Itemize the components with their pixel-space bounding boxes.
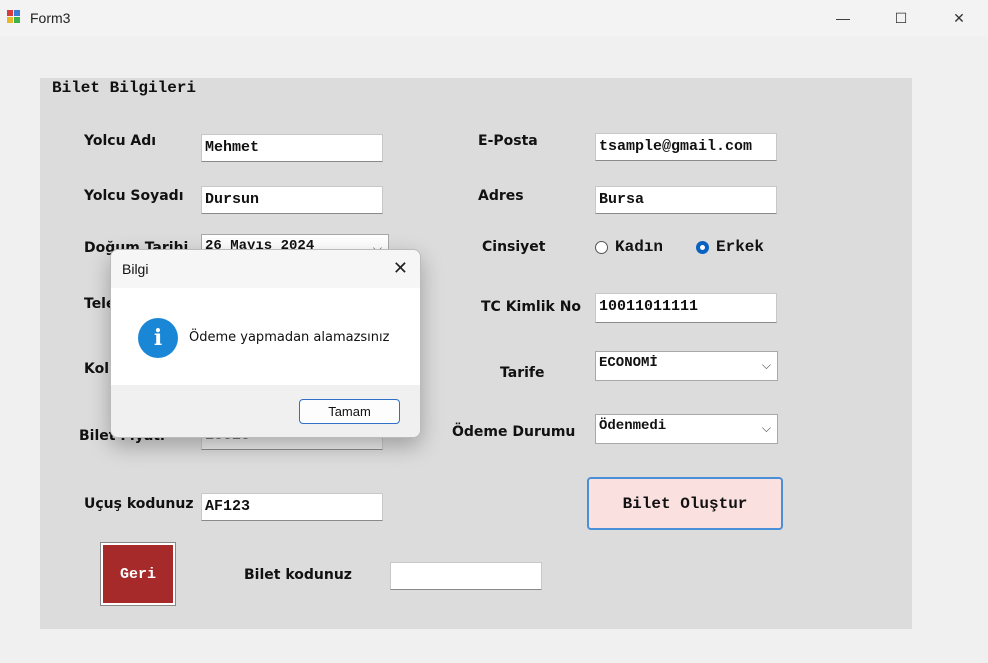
group-title: Bilet Bilgileri [52,79,197,97]
close-icon[interactable]: ✕ [393,258,408,279]
passenger-surname-label: Yolcu Soyadı [84,188,184,204]
back-button[interactable]: Geri [100,542,176,606]
tariff-label: Tarife [500,365,545,381]
dialog-body: i Ödeme yapmadan alamazsınız [111,288,420,385]
address-input[interactable]: Bursa [595,186,777,214]
ok-button[interactable]: Tamam [299,399,400,424]
radio-unchecked-icon [595,240,608,254]
address-label: Adres [478,188,524,204]
payment-status-label: Ödeme Durumu [452,424,576,440]
chevron-down-icon: ⌵ [761,421,771,435]
dialog-title-bar: Bilgi ✕ [111,250,420,288]
gender-female-label: Kadın [615,238,664,256]
seat-label: Kol [84,361,110,377]
passenger-name-input[interactable]: Mehmet [201,134,383,162]
flight-code-input[interactable]: AF123 [201,493,383,521]
gender-label: Cinsiyet [482,239,546,255]
dialog-title: Bilgi [122,261,149,277]
dialog-footer: Tamam [111,385,420,437]
maximize-icon: ☐ [894,9,908,26]
tariff-value: ECONOMİ [599,355,658,371]
email-label: E-Posta [478,133,538,149]
payment-status-select[interactable]: Ödenmedi ⌵ [595,414,778,444]
create-ticket-button[interactable]: Bilet Oluştur [587,477,783,530]
tc-input[interactable]: 10011011111 [595,293,777,323]
minimize-icon: — [836,10,850,26]
close-button[interactable]: ✕ [930,0,988,36]
close-icon: ✕ [953,9,965,26]
chevron-down-icon: ⌵ [761,358,771,372]
info-icon: i [138,318,178,358]
tariff-select[interactable]: ECONOMİ ⌵ [595,351,778,381]
window-title: Form3 [30,10,71,26]
title-bar: Form3 — ☐ ✕ [0,0,988,36]
radio-checked-icon [696,240,709,254]
minimize-button[interactable]: — [814,0,872,36]
gender-female-radio[interactable]: Kadın [595,238,663,256]
gender-male-radio[interactable]: Erkek [696,238,764,256]
email-input[interactable]: tsample@gmail.com [595,133,777,161]
gender-male-label: Erkek [716,238,765,256]
ticket-code-label: Bilet kodunuz [244,567,352,583]
passenger-name-label: Yolcu Adı [84,133,157,149]
tc-label: TC Kimlik No [481,299,582,315]
ticket-code-input[interactable] [390,562,542,590]
dialog-message: Ödeme yapmadan alamazsınız [189,330,390,345]
passenger-surname-input[interactable]: Dursun [201,186,383,214]
flight-code-label: Uçuş kodunuz [84,496,194,512]
info-dialog: Bilgi ✕ i Ödeme yapmadan alamazsınız Tam… [110,249,421,438]
payment-status-value: Ödenmedi [599,418,667,434]
maximize-button[interactable]: ☐ [872,0,930,36]
app-icon [7,10,21,24]
